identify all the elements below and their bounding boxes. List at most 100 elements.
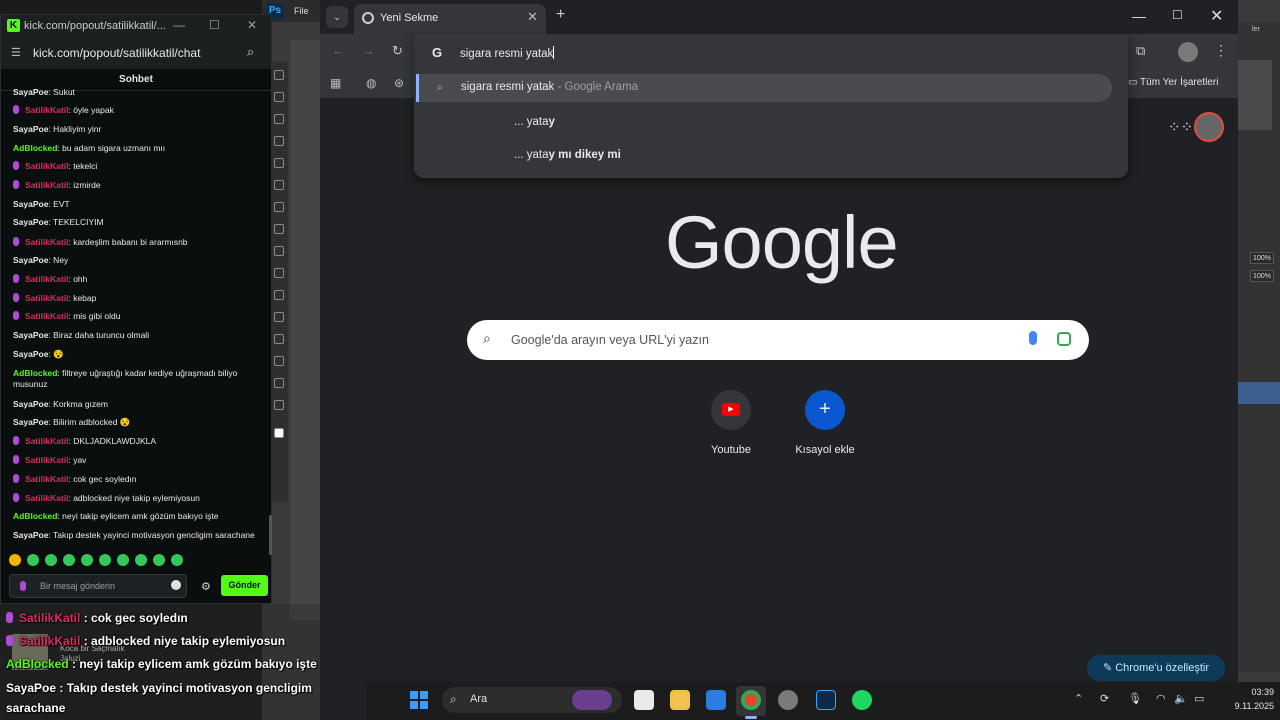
chat-scrollbar[interactable] — [269, 515, 272, 555]
file-explorer-icon[interactable] — [670, 690, 690, 710]
chat-username[interactable]: SayaPoe — [13, 417, 48, 427]
stamp-tool-icon[interactable] — [274, 202, 284, 212]
chat-username[interactable]: SayaPoe — [13, 330, 48, 340]
chat-message[interactable]: SayaPoe: Ney — [13, 255, 263, 266]
apps-grid-icon[interactable]: ▦ — [330, 76, 341, 90]
maximize-icon[interactable]: ☐ — [1172, 8, 1183, 22]
chat-message[interactable]: SatilikKatil: ohh — [13, 274, 263, 285]
chat-username[interactable]: SatilikKatil — [25, 237, 68, 247]
chat-username[interactable]: SatilikKatil — [25, 311, 68, 321]
chat-message[interactable]: SatilikKatil: cok gec soyledın — [13, 474, 263, 485]
suggestion-item[interactable]: ... yatay — [514, 116, 555, 128]
chat-message[interactable]: AdBlocked: neyi takip eylicem amk gözüm … — [13, 511, 263, 522]
selected-layer[interactable] — [1236, 382, 1280, 404]
chat-message[interactable]: SayaPoe: Hakliyim yinr — [13, 124, 263, 135]
emote-icon[interactable] — [171, 554, 183, 566]
chat-message[interactable]: SatilikKatil: tekelci — [13, 161, 263, 172]
kick-address-bar[interactable]: ☰ kick.com/popout/satilikkatil/chat ⌕ — [1, 37, 271, 69]
chat-username[interactable]: SatilikKatil — [25, 105, 68, 115]
suggestion-item[interactable]: ... yatay mı dikey mi — [514, 149, 621, 161]
tab-search-chevron-icon[interactable]: ⌄ — [326, 6, 348, 28]
chat-message[interactable]: SatilikKatil: izmirde — [13, 180, 263, 191]
forward-arrow-icon[interactable]: → — [362, 43, 375, 58]
chat-username[interactable]: SatilikKatil — [25, 274, 68, 284]
chat-message[interactable]: SatilikKatil: DKLJADKLAWDJKLA — [13, 436, 263, 447]
shape-tool-icon[interactable] — [274, 356, 284, 366]
site-info-icon[interactable]: ☰ — [11, 46, 21, 59]
move-tool-icon[interactable] — [274, 70, 284, 80]
chat-username[interactable]: SayaPoe — [13, 87, 48, 97]
shortcut-add[interactable]: + Kısayol ekle — [785, 390, 865, 456]
minimize-icon[interactable]: — — [173, 18, 185, 32]
path-tool-icon[interactable] — [274, 334, 284, 344]
voice-search-mic-icon[interactable] — [1029, 331, 1037, 345]
chat-username[interactable]: SatilikKatil — [25, 161, 68, 171]
obs-icon[interactable] — [778, 690, 798, 710]
emote-icon[interactable] — [81, 554, 93, 566]
emote-icon[interactable] — [117, 554, 129, 566]
search-icon[interactable]: ⌕ — [247, 44, 254, 60]
emote-icon[interactable] — [135, 554, 147, 566]
gradient-tool-icon[interactable] — [274, 246, 284, 256]
chat-username[interactable]: SayaPoe — [13, 199, 48, 209]
wifi-icon[interactable]: ◠ — [1156, 692, 1166, 705]
chat-message[interactable]: SayaPoe: Takıp destek yayinci motivasyon… — [13, 530, 263, 541]
chat-username[interactable]: AdBlocked — [13, 511, 57, 521]
all-bookmarks-folder[interactable]: ▭ Tüm Yer İşaretleri — [1128, 77, 1218, 88]
chat-message-input[interactable]: Bir mesaj gönderin — [9, 574, 187, 598]
mic-icon[interactable]: 🎙 — [1128, 692, 1142, 705]
close-icon[interactable]: ✕ — [1210, 6, 1223, 26]
chat-username[interactable]: AdBlocked — [13, 368, 57, 378]
chat-message[interactable]: SayaPoe: Korkma gızem — [13, 399, 263, 410]
chat-message[interactable]: AdBlocked: filtreye uğraştığı kadar kedi… — [13, 368, 263, 390]
clock-time[interactable]: 03:39 — [1228, 687, 1274, 697]
chat-message[interactable]: SatilikKatil: yav — [13, 455, 263, 466]
volume-icon[interactable]: 🔈 — [1174, 692, 1188, 705]
close-icon[interactable]: ✕ — [247, 18, 257, 32]
emote-icon[interactable] — [9, 554, 21, 566]
crop-tool-icon[interactable] — [274, 136, 284, 146]
chat-message[interactable]: SatilikKatil: adblocked niye takip eylem… — [13, 493, 263, 504]
chat-message[interactable]: SatilikKatil: mis gibi oldu — [13, 311, 263, 322]
ntp-search-box[interactable]: ⌕ Google'da arayın veya URL'yi yazın — [467, 320, 1089, 360]
tab-close-icon[interactable]: ✕ — [527, 9, 538, 25]
chat-username[interactable]: SatilikKatil — [25, 455, 68, 465]
chat-message[interactable]: AdBlocked: bu adam sigara uzmanı mıı — [13, 143, 263, 154]
eraser-tool-icon[interactable] — [274, 224, 284, 234]
spotify-icon[interactable] — [852, 690, 872, 710]
taskbar-search[interactable]: ⌕ Ara — [442, 687, 622, 713]
battery-icon[interactable]: ▭ — [1194, 692, 1204, 705]
chat-username[interactable]: SayaPoe — [13, 399, 48, 409]
dodge-tool-icon[interactable] — [274, 268, 284, 278]
profile-avatar[interactable] — [1178, 42, 1198, 62]
chat-message-list[interactable]: SayaPoe: Sukut SatilikKatil: öyle yapak Sa… — [1, 87, 267, 547]
chat-username[interactable]: SatilikKatil — [25, 493, 68, 503]
emote-icon[interactable] — [45, 554, 57, 566]
sync-icon[interactable]: ⟳ — [1100, 692, 1109, 705]
suggestion-item[interactable]: ⌕ sigara resmi yatak - Google Arama — [416, 74, 1112, 102]
windows-start-icon[interactable] — [410, 691, 428, 709]
chat-username[interactable]: SayaPoe — [13, 349, 48, 359]
extensions-puzzle-icon[interactable]: ⧉ — [1136, 43, 1145, 59]
customize-chrome-button[interactable]: ✎ Chrome'u özelleştir — [1087, 655, 1225, 681]
new-tab-plus-icon[interactable]: + — [556, 6, 565, 24]
chat-username[interactable]: SayaPoe — [13, 530, 48, 540]
chat-username[interactable]: SatilikKatil — [25, 436, 68, 446]
emote-icon[interactable] — [99, 554, 111, 566]
chat-message[interactable]: SatilikKatil: kardeşlim babanı bi ararmı… — [13, 237, 263, 248]
send-button[interactable]: Gönder — [221, 575, 268, 596]
chat-message[interactable]: SayaPoe: Bilirim adblocked 😵 — [13, 417, 263, 428]
photoshop-icon[interactable] — [816, 690, 836, 710]
clock-date[interactable]: 9.11.2025 — [1228, 701, 1274, 711]
google-apps-grid-icon[interactable]: ⁘⁘ — [1168, 118, 1193, 136]
reload-icon[interactable]: ↻ — [392, 43, 403, 59]
account-avatar[interactable] — [1194, 112, 1224, 142]
chat-username[interactable]: SatilikKatil — [25, 293, 68, 303]
fill-field[interactable]: 100% — [1250, 270, 1274, 282]
bookmark-globe-icon[interactable]: ◍ — [366, 76, 376, 90]
emote-icon[interactable] — [153, 554, 165, 566]
brush-tool-icon[interactable] — [274, 180, 284, 190]
opacity-field[interactable]: 100% — [1250, 252, 1274, 264]
emoji-picker-icon[interactable] — [171, 580, 181, 590]
shortcut-youtube[interactable]: ▶ Youtube — [691, 390, 771, 456]
